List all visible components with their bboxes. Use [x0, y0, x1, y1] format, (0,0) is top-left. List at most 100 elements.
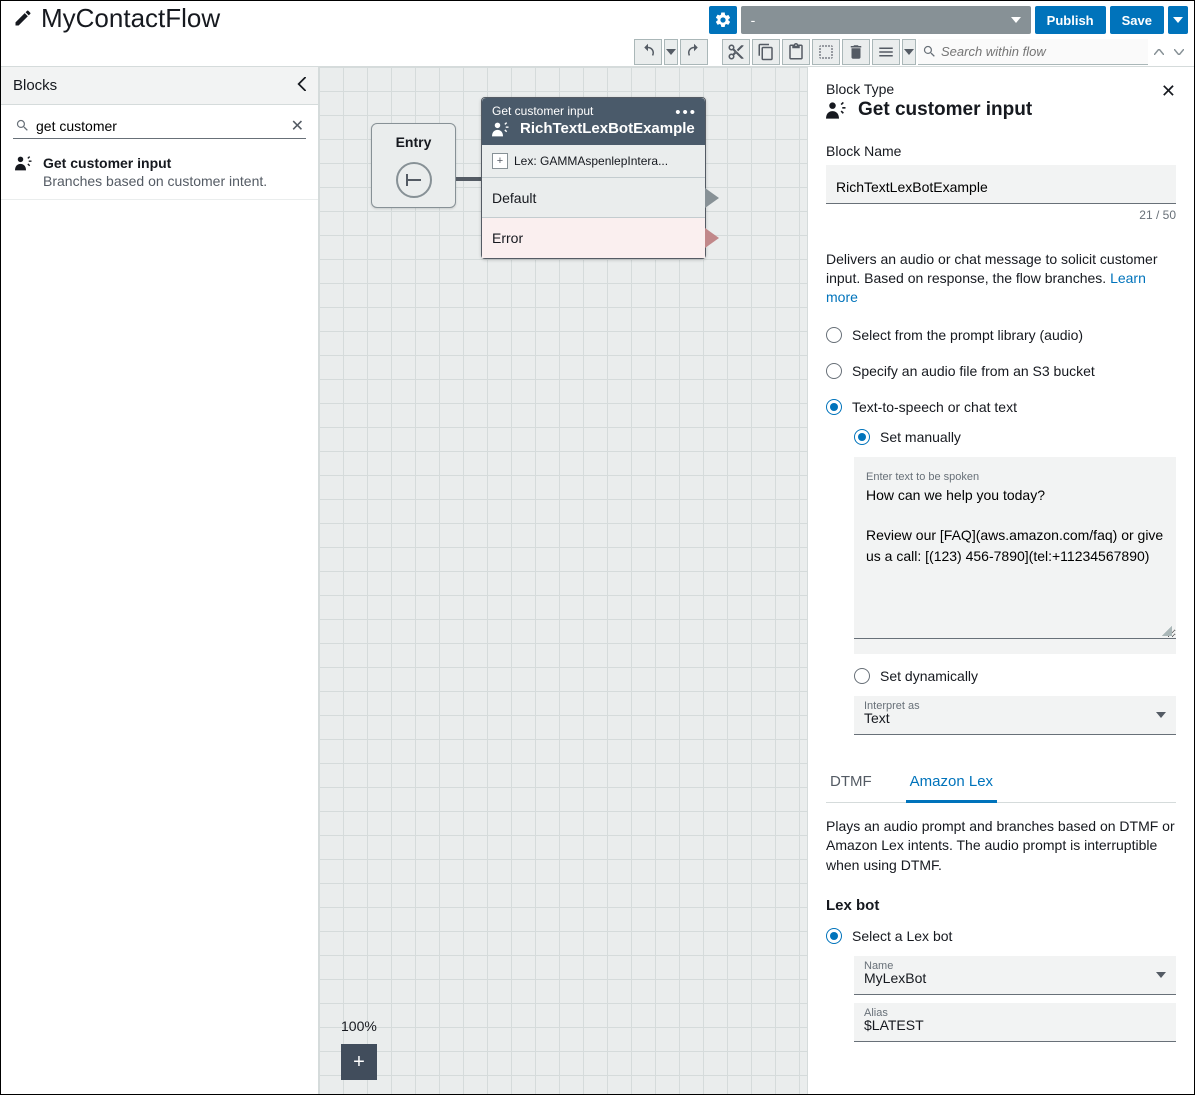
- block-result-item[interactable]: Get customer input Branches based on cus…: [1, 145, 318, 200]
- output-error[interactable]: Error: [482, 218, 705, 258]
- settings-button[interactable]: [709, 6, 737, 34]
- radio-set-dynamically[interactable]: Set dynamically: [854, 668, 1176, 684]
- redo-icon: [685, 43, 703, 61]
- gear-icon: [714, 11, 732, 29]
- interpret-value: Text: [864, 710, 1166, 726]
- undo-dropdown[interactable]: [664, 39, 678, 65]
- lex-bot-alias-select[interactable]: Alias $LATEST: [854, 1003, 1176, 1042]
- zoom-level: 100%: [341, 1018, 377, 1034]
- block-result-name: Get customer input: [43, 155, 171, 171]
- close-panel[interactable]: ✕: [1161, 81, 1176, 102]
- copy-icon: [757, 43, 775, 61]
- flow-node-name: RichTextLexBotExample: [520, 120, 695, 137]
- flow-node-get-customer-input[interactable]: Get customer input RichTextLexBotExample…: [481, 97, 706, 259]
- notes-dropdown[interactable]: [902, 39, 916, 65]
- notes-button[interactable]: [872, 39, 900, 65]
- chevron-down-icon: [666, 49, 676, 55]
- search-next[interactable]: [1170, 43, 1188, 61]
- output-label: Error: [492, 230, 523, 246]
- entry-port[interactable]: [396, 162, 432, 198]
- redo-button[interactable]: [680, 39, 708, 65]
- flow-version-label: -: [751, 12, 756, 28]
- radio-s3-audio[interactable]: Specify an audio file from an S3 bucket: [826, 363, 1176, 379]
- radio-prompt-library[interactable]: Select from the prompt library (audio): [826, 327, 1176, 343]
- radio-icon: [826, 327, 842, 343]
- search-icon: [922, 44, 937, 59]
- radio-icon: [826, 928, 842, 944]
- select-all-button[interactable]: [812, 39, 840, 65]
- radio-label: Set manually: [880, 429, 961, 445]
- clear-search[interactable]: ✕: [291, 116, 304, 136]
- chevron-down-icon: [1173, 17, 1183, 23]
- paste-button[interactable]: [782, 39, 810, 65]
- trash-icon: [847, 43, 865, 61]
- lex-bot-name-select[interactable]: Name MyLexBot: [854, 956, 1176, 995]
- output-port-icon[interactable]: [705, 188, 719, 208]
- interpret-label: Interpret as: [864, 700, 920, 712]
- person-talk-icon: [826, 101, 852, 119]
- output-default[interactable]: Default: [482, 178, 705, 218]
- radio-icon: [826, 363, 842, 379]
- bot-alias-value: $LATEST: [864, 1017, 1166, 1033]
- tab-amazon-lex[interactable]: Amazon Lex: [906, 763, 997, 803]
- flow-node-type: Get customer input: [492, 104, 695, 118]
- block-name-input[interactable]: [826, 165, 1176, 204]
- bot-name-value: MyLexBot: [864, 970, 1166, 986]
- block-type-label: Block Type: [826, 81, 1032, 97]
- block-name-label: Block Name: [826, 143, 1176, 159]
- node-menu[interactable]: •••: [675, 104, 697, 121]
- clipboard-icon: [787, 43, 805, 61]
- char-counter: 21 / 50: [826, 208, 1176, 222]
- radio-icon: [826, 399, 842, 415]
- search-prev[interactable]: [1150, 43, 1168, 61]
- person-talk-icon: [15, 155, 37, 171]
- undo-button[interactable]: [634, 39, 662, 65]
- output-port-icon[interactable]: [705, 228, 719, 248]
- edit-icon[interactable]: [13, 8, 33, 28]
- delete-button[interactable]: [842, 39, 870, 65]
- entry-label: Entry: [372, 134, 455, 150]
- search-icon: [15, 118, 30, 133]
- radio-label: Text-to-speech or chat text: [852, 399, 1017, 415]
- notes-icon: [877, 43, 895, 61]
- radio-label: Select a Lex bot: [852, 928, 952, 944]
- lex-summary: Lex: GAMMAspenlepIntera...: [514, 154, 668, 168]
- collapse-blocks[interactable]: [296, 77, 306, 95]
- block-result-desc: Branches based on customer intent.: [43, 173, 304, 189]
- tts-placeholder: Enter text to be spoken: [866, 471, 979, 483]
- select-all-icon: [817, 43, 835, 61]
- add-lex-button[interactable]: +: [492, 153, 508, 169]
- save-button[interactable]: Save: [1110, 6, 1164, 34]
- radio-set-manually[interactable]: Set manually: [854, 429, 1176, 445]
- tab-dtmf[interactable]: DTMF: [826, 763, 876, 802]
- canvas[interactable]: 100% + Entry Get customer input RichText…: [319, 67, 807, 1094]
- blocks-panel-title: Blocks: [13, 77, 57, 94]
- output-label: Default: [492, 190, 536, 206]
- undo-icon: [639, 43, 657, 61]
- save-dropdown[interactable]: [1168, 6, 1188, 34]
- lex-bot-section-header: Lex bot: [826, 897, 1176, 914]
- radio-label: Select from the prompt library (audio): [852, 327, 1083, 343]
- tts-textarea[interactable]: [854, 469, 1176, 639]
- radio-icon: [854, 429, 870, 445]
- radio-icon: [854, 668, 870, 684]
- flow-search[interactable]: [918, 39, 1148, 65]
- flow-search-input[interactable]: [941, 44, 1144, 59]
- copy-button[interactable]: [752, 39, 780, 65]
- zoom-in-button[interactable]: +: [341, 1044, 377, 1080]
- chevron-up-icon: [1154, 49, 1164, 55]
- blocks-search-input[interactable]: [36, 118, 291, 134]
- entry-node[interactable]: Entry: [371, 123, 456, 208]
- interpret-as-select[interactable]: Interpret as Text: [854, 696, 1176, 735]
- scissors-icon: [727, 43, 745, 61]
- chevron-down-icon: [904, 49, 914, 55]
- radio-select-lex-bot[interactable]: Select a Lex bot: [826, 928, 1176, 944]
- publish-button[interactable]: Publish: [1035, 6, 1106, 34]
- bot-alias-label: Alias: [864, 1007, 888, 1019]
- radio-label: Set dynamically: [880, 668, 978, 684]
- resize-handle[interactable]: [1162, 626, 1172, 636]
- radio-tts[interactable]: Text-to-speech or chat text: [826, 399, 1176, 415]
- chevron-down-icon: [1174, 49, 1184, 55]
- flow-version-dropdown[interactable]: -: [741, 6, 1031, 34]
- cut-button[interactable]: [722, 39, 750, 65]
